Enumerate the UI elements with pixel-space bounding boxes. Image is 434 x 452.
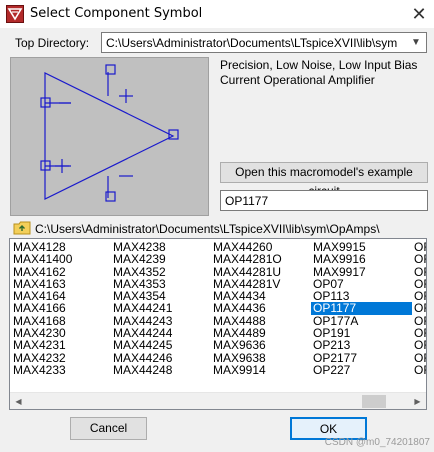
- list-column-5: OFOFOFOFOFOFOFOFOFOFOF: [412, 241, 426, 377]
- list-item[interactable]: OP1177: [311, 302, 412, 315]
- list-item[interactable]: MAX44245: [111, 339, 209, 352]
- pin-vplus: [105, 64, 116, 75]
- list-column-1: MAX4128 MAX41400 MAX4162 MAX4163 MAX4164 MAX4…: [11, 241, 109, 377]
- folder-up-icon[interactable]: [13, 221, 31, 235]
- component-list[interactable]: MAX4128 MAX41400 MAX4162 MAX4163 MAX4164 MAX4…: [9, 238, 427, 410]
- list-item[interactable]: MAX41400: [11, 253, 109, 266]
- chevron-down-icon[interactable]: ▼: [409, 34, 423, 51]
- list-item[interactable]: OF: [412, 253, 426, 266]
- title-bar: Select Component Symbol ✕: [0, 0, 434, 28]
- top-directory-select[interactable]: C:\Users\Administrator\Documents\LTspice…: [101, 32, 427, 53]
- list-column-3: MAX44260 MAX44281O MAX44281U MAX44281V MAX44…: [211, 241, 309, 377]
- window-title: Select Component Symbol: [30, 6, 203, 21]
- component-name-field[interactable]: OP1177: [220, 190, 428, 211]
- list-item[interactable]: MAX9914: [211, 364, 309, 377]
- top-directory-label: Top Directory:: [15, 36, 90, 50]
- list-item[interactable]: MAX4231: [11, 339, 109, 352]
- list-item[interactable]: MAX4233: [11, 364, 109, 377]
- scroll-left-icon[interactable]: ◀: [10, 393, 27, 409]
- top-directory-value: C:\Users\Administrator\Documents\LTspice…: [106, 36, 398, 50]
- horizontal-scrollbar[interactable]: ◀ ▶: [10, 392, 426, 409]
- list-item[interactable]: MAX4166: [11, 302, 109, 315]
- list-item[interactable]: MAX4436: [211, 302, 309, 315]
- watermark: CSDN @m0_74201807: [324, 437, 430, 448]
- list-item[interactable]: OF: [412, 364, 426, 377]
- list-item[interactable]: MAX44241: [111, 302, 209, 315]
- list-item[interactable]: OF: [412, 302, 426, 315]
- list-item[interactable]: OF: [412, 339, 426, 352]
- list-item[interactable]: OP213: [311, 339, 412, 352]
- list-item[interactable]: MAX44248: [111, 364, 209, 377]
- list-item[interactable]: MAX9916: [311, 253, 412, 266]
- scroll-right-icon[interactable]: ▶: [409, 393, 426, 409]
- component-description: Precision, Low Noise, Low Input Bias Cur…: [220, 58, 418, 87]
- ltspice-app-icon: [6, 5, 24, 23]
- list-item[interactable]: MAX44281O: [211, 253, 309, 266]
- open-example-circuit-button[interactable]: Open this macromodel's example circuit: [220, 162, 428, 198]
- cancel-button[interactable]: Cancel: [70, 417, 147, 440]
- scroll-thumb[interactable]: [362, 395, 386, 408]
- list-item[interactable]: OP227: [311, 364, 412, 377]
- opamp-triangle: [44, 72, 175, 200]
- list-column-4: MAX9915 MAX9916 MAX9917 OP07 OP113 OP1177 OP17…: [311, 241, 412, 376]
- close-icon[interactable]: ✕: [404, 0, 434, 28]
- list-item[interactable]: MAX4239: [111, 253, 209, 266]
- current-path: C:\Users\Administrator\Documents\LTspice…: [35, 222, 380, 236]
- list-column-2: MAX4238 MAX4239 MAX4352 MAX4353 MAX4354 MAX44…: [111, 241, 209, 377]
- symbol-preview: [10, 57, 209, 216]
- pin-vminus: [105, 191, 116, 202]
- list-item[interactable]: MAX9636: [211, 339, 309, 352]
